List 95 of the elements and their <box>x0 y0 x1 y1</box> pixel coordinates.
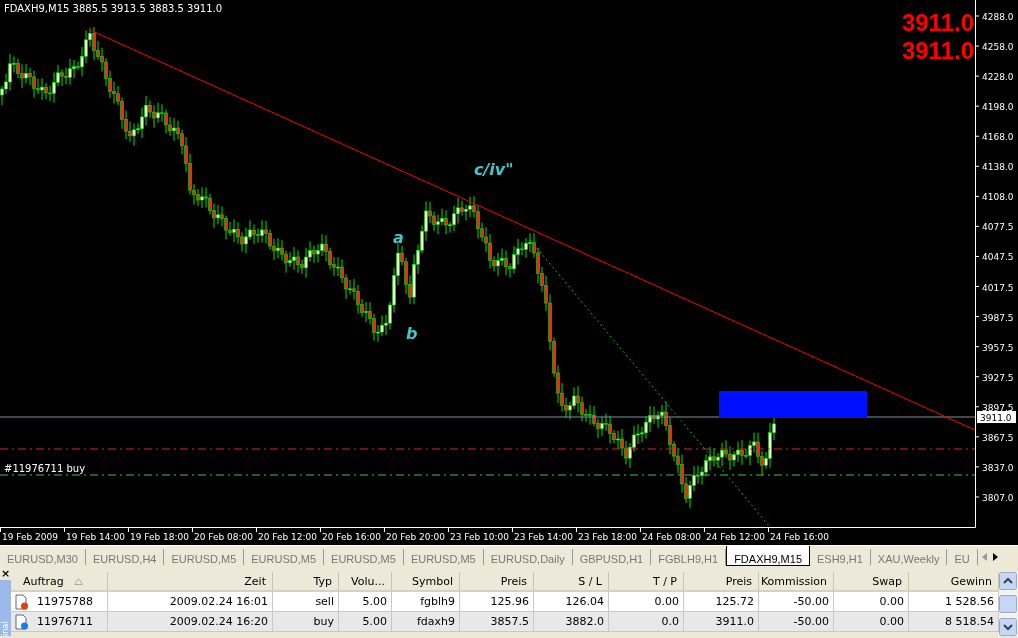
time-tick: 24 Feb 08:00 <box>640 526 702 542</box>
price-tick: 4017.5 <box>974 282 1014 293</box>
time-tick: 20 Feb 16:00 <box>320 526 382 542</box>
price-tick: 4168.0 <box>974 132 1014 143</box>
wave-label: c/iv" <box>474 160 514 179</box>
current-price-tag: 3911.0 <box>977 411 1016 423</box>
column-header[interactable]: Gewinn <box>909 572 999 592</box>
price-tick: 3927.5 <box>974 372 1014 383</box>
column-header[interactable]: Volu... <box>339 572 392 592</box>
table-cell: 2009.02.24 16:20 <box>108 612 273 632</box>
price-tick: 3867.5 <box>974 432 1014 443</box>
table-cell: 2009.02.24 16:01 <box>108 592 273 612</box>
price-tick: 4198.0 <box>974 102 1014 113</box>
time-tick: 23 Feb 14:00 <box>512 526 574 542</box>
column-header[interactable]: Zeit <box>108 572 273 592</box>
price-tick: 4288.0 <box>974 12 1014 22</box>
price-tick: 4077.5 <box>974 222 1014 233</box>
time-tick: 20 Feb 12:00 <box>256 526 318 542</box>
table-cell: 0.0 <box>609 612 684 632</box>
price-tick: 3837.0 <box>974 462 1014 473</box>
chart-tab[interactable]: EURUSD,M5 <box>244 549 325 565</box>
chart-tab[interactable]: EURUSD,M5 <box>324 549 404 565</box>
order-cell[interactable]: 11975788 <box>11 592 108 612</box>
table-cell: 8 518.54 <box>909 612 999 632</box>
table-cell: buy <box>273 612 339 632</box>
column-header[interactable]: Preis <box>460 572 534 592</box>
column-header[interactable]: Swap <box>834 572 909 592</box>
buy-order-icon <box>15 613 29 630</box>
scroll-down-icon[interactable] <box>999 618 1017 636</box>
table-cell: sell <box>273 592 339 612</box>
table-cell: 3911.0 <box>684 612 759 632</box>
time-tick: 19 Feb 2009 <box>0 526 58 542</box>
time-tick: 19 Feb 14:00 <box>64 526 126 542</box>
chart-tab[interactable]: EURUSD,M30 <box>0 549 86 565</box>
price-display: 3911.0 <box>901 9 974 36</box>
chart-header: FDAXH9,M15 3885.5 3913.5 3883.5 3911.0 <box>4 3 223 14</box>
time-tick: 24 Feb 16:00 <box>768 526 830 542</box>
table-cell: -50.00 <box>759 612 834 632</box>
table-cell: 125.72 <box>684 592 759 612</box>
chart-tab[interactable]: ESH9,H1 <box>810 549 871 565</box>
table-cell: 125.96 <box>460 592 534 612</box>
column-header[interactable]: Preis <box>684 572 759 592</box>
column-header[interactable]: S / L <box>534 572 609 592</box>
scroll-up-icon[interactable] <box>999 572 1017 590</box>
table-cell: 0.00 <box>834 612 909 632</box>
price-tick: 4108.0 <box>974 192 1014 203</box>
table-cell: 3857.5 <box>460 612 534 632</box>
chart-tab[interactable]: GBPUSD,H1 <box>572 549 652 565</box>
time-tick: 19 Feb 18:00 <box>128 526 190 542</box>
table-cell: 126.04 <box>534 592 609 612</box>
column-header[interactable]: Symbol <box>392 572 460 592</box>
column-header[interactable]: Typ <box>273 572 339 592</box>
price-tick: 4047.5 <box>974 252 1014 263</box>
price-tick: 4228.0 <box>974 72 1014 83</box>
sell-order-icon <box>15 593 29 610</box>
column-header[interactable]: Kommission <box>759 572 834 592</box>
table-cell: fdaxh9 <box>392 612 460 632</box>
table-cell: 5.00 <box>339 592 392 612</box>
chart-tab[interactable]: EURUSD,Daily <box>483 549 573 565</box>
time-tick: 20 Feb 08:00 <box>192 526 254 542</box>
time-tick: 20 Feb 20:00 <box>384 526 446 542</box>
table-cell: -50.00 <box>759 592 834 612</box>
price-tick: 4138.0 <box>974 162 1014 173</box>
chart-tab[interactable]: EU <box>947 549 978 565</box>
chart-tab[interactable]: EURUSD,H4 <box>85 549 165 565</box>
terminal-side-title: inal <box>0 580 11 636</box>
sort-ascending-icon <box>73 577 83 585</box>
price-tick: 4258.0 <box>974 42 1014 53</box>
chart-tab[interactable]: FDAXH9,M15 <box>726 546 810 566</box>
table-cell: 0.00 <box>609 592 684 612</box>
time-tick: 24 Feb 12:00 <box>704 526 766 542</box>
table-cell: fgblh9 <box>392 592 460 612</box>
table-cell: 3882.0 <box>534 612 609 632</box>
wave-label: b <box>406 324 418 343</box>
price-tick: 3957.5 <box>974 342 1014 353</box>
price-tick: 3987.5 <box>974 312 1014 323</box>
column-header[interactable]: Auftrag <box>11 572 108 592</box>
price-tick: 3807.0 <box>974 492 1014 503</box>
chart-tab[interactable]: EURUSD,M5 <box>164 549 245 565</box>
table-cell: 5.00 <box>339 612 392 632</box>
wave-label: a <box>393 228 404 247</box>
time-tick: 23 Feb 18:00 <box>576 526 638 542</box>
close-button[interactable]: × <box>0 568 11 580</box>
time-tick: 23 Feb 10:00 <box>448 526 510 542</box>
chart-tab[interactable]: EURUSD,M5 <box>403 549 484 565</box>
price-tick: 3897.5 <box>974 402 1014 413</box>
table-cell: 1 528.56 <box>909 592 999 612</box>
scroll-right-icon[interactable] <box>992 553 998 561</box>
order-cell[interactable]: 11976711 <box>11 612 108 632</box>
chart-tab[interactable]: XAU,Weekly <box>870 549 948 565</box>
order-label: #11976711 buy <box>4 463 86 474</box>
price-display: 3911.0 <box>901 37 974 64</box>
column-header[interactable]: T / P <box>609 572 684 592</box>
scrollbar-thumb[interactable] <box>999 595 1017 613</box>
table-cell: 0.00 <box>834 592 909 612</box>
